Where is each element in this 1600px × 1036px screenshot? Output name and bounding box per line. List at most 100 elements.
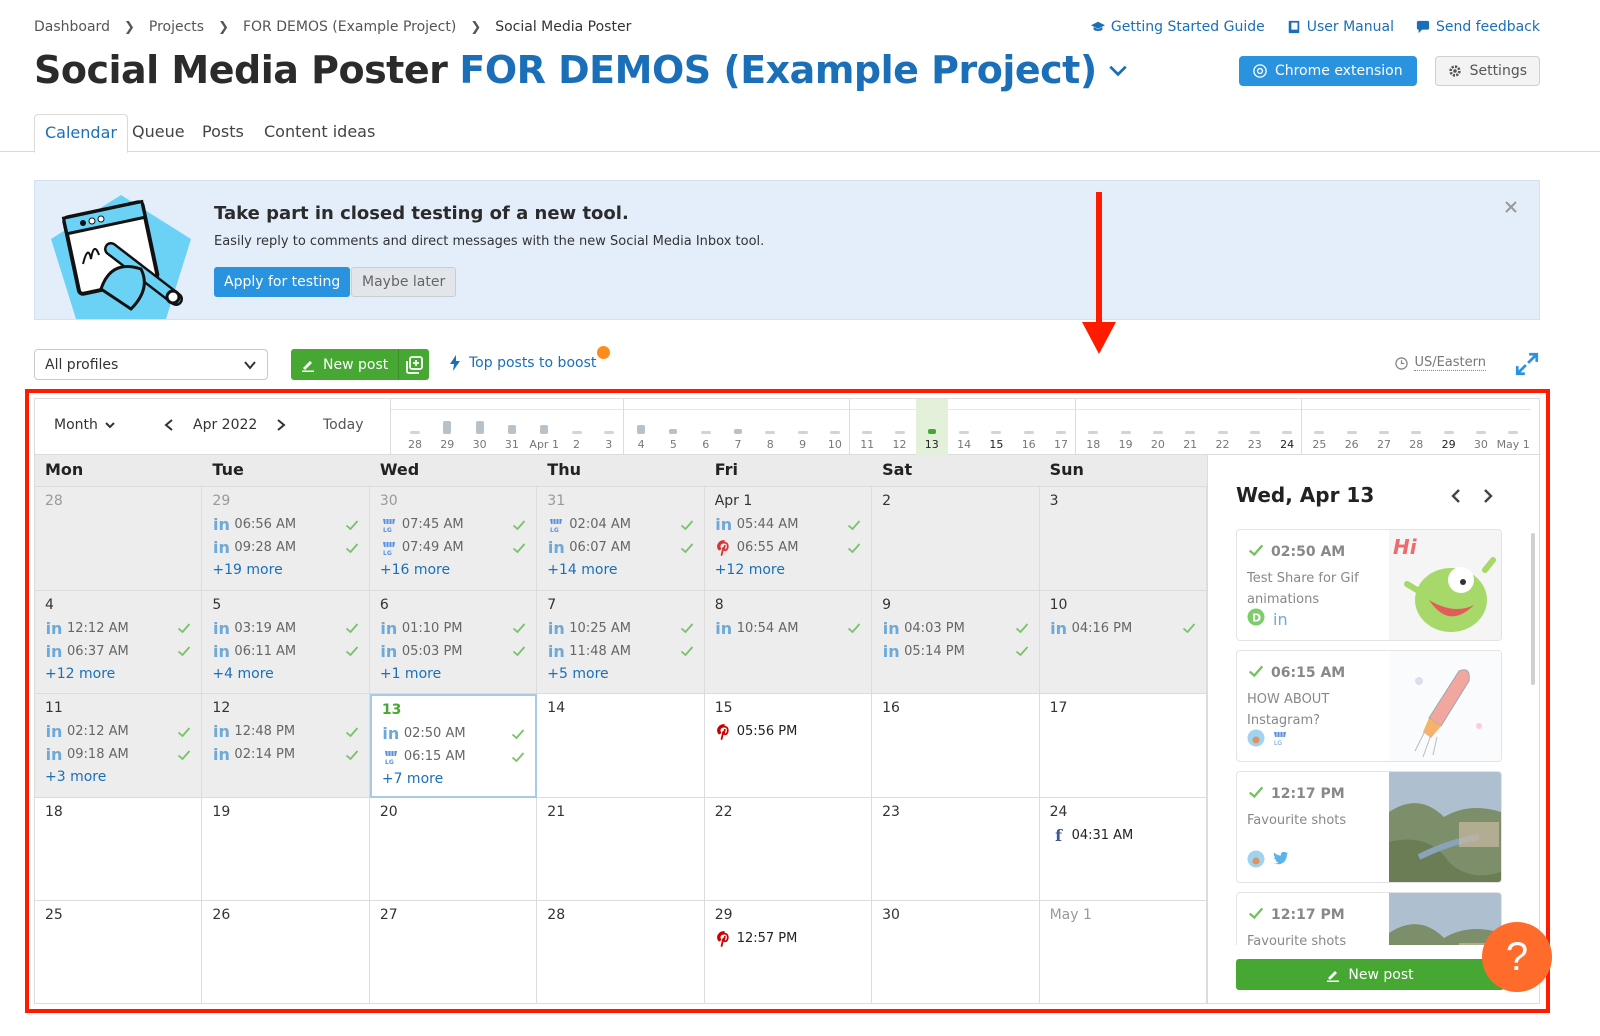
day-post-card[interactable]: 12:17 PM Favourite shots [1236, 892, 1502, 945]
more-posts-link[interactable]: +1 more [380, 663, 526, 686]
timeline-day[interactable]: May 1 [1497, 399, 1530, 455]
day-post-card[interactable]: 06:15 AM HOW ABOUT Instagram? LG [1236, 650, 1502, 762]
timeline-day[interactable]: 10 [819, 399, 851, 455]
calendar-post[interactable]: LG 02:04 AM [547, 513, 693, 536]
calendar-post[interactable]: in 06:56 AM [212, 513, 359, 536]
apply-for-testing-button[interactable]: Apply for testing [214, 267, 351, 297]
day-cell[interactable]: 4 in 12:12 AM in 06:37 AM +12 more [35, 590, 203, 695]
more-posts-link[interactable]: +7 more [382, 768, 525, 791]
day-cell[interactable]: 13 in 02:50 AM LG 06:15 AM +7 more [369, 694, 538, 798]
tab-queue[interactable]: Queue [122, 114, 195, 152]
day-post-card[interactable]: 02:50 AM Test Share for Gif animations Din… [1236, 529, 1502, 641]
day-cell[interactable]: 28 [537, 901, 705, 1003]
help-button[interactable]: ? [1482, 922, 1552, 992]
day-cell[interactable]: 22 [704, 797, 873, 902]
timeline-day[interactable]: 3 [593, 399, 625, 455]
timeline-day[interactable]: 25 [1303, 399, 1335, 455]
new-post-button[interactable]: New post [291, 349, 400, 380]
timeline-day[interactable]: 2 [561, 399, 593, 455]
day-cell[interactable]: 29 in 06:56 AM in 09:28 AM +19 more [202, 487, 370, 591]
timeline-day[interactable]: Apr 1 [528, 399, 560, 455]
calendar-post[interactable]: in 02:12 AM [45, 720, 191, 743]
maybe-later-button[interactable]: Maybe later [351, 267, 457, 297]
timeline-day[interactable]: 27 [1368, 399, 1400, 455]
day-cell[interactable]: 30 [872, 901, 1040, 1003]
close-icon[interactable] [1503, 199, 1519, 215]
calendar-post[interactable]: in 03:19 AM [212, 617, 359, 640]
more-posts-link[interactable]: +3 more [45, 766, 191, 789]
chevron-down-icon[interactable] [1107, 59, 1129, 81]
day-cell[interactable]: May 1 [1040, 901, 1207, 1003]
calendar-post[interactable]: 05:56 PM [715, 720, 861, 743]
day-cell[interactable]: 31 LG 02:04 AM in 06:07 AM +14 more [537, 487, 705, 591]
day-cell[interactable]: 23 [872, 797, 1040, 902]
day-cell[interactable]: 6 in 01:10 PM in 05:03 PM +1 more [369, 590, 538, 695]
calendar-post[interactable]: in 05:44 AM [715, 513, 861, 536]
timeline-day[interactable]: 7 [722, 399, 754, 455]
day-cell[interactable]: 12 in 12:48 PM in 02:14 PM [202, 694, 370, 798]
timeline-day[interactable]: 5 [657, 399, 689, 455]
calendar-post[interactable]: in 04:16 PM [1050, 617, 1196, 640]
more-posts-link[interactable]: +16 more [380, 559, 526, 582]
calendar-post[interactable]: f 04:31 AM [1050, 824, 1196, 847]
project-selector[interactable]: FOR DEMOS (Example Project) [459, 48, 1097, 92]
tab-calendar[interactable]: Calendar [34, 114, 128, 153]
calendar-post[interactable]: in 06:07 AM [547, 536, 693, 559]
day-post-card[interactable]: 12:17 PM Favourite shots [1236, 771, 1502, 883]
calendar-post[interactable]: in 05:03 PM [380, 640, 526, 663]
bulk-post-button[interactable] [399, 349, 429, 380]
timezone-selector[interactable]: US/Eastern [1395, 355, 1486, 371]
day-cell[interactable]: 19 [202, 797, 370, 902]
calendar-post[interactable]: in 10:25 AM [547, 617, 693, 640]
day-cell[interactable]: 2 [872, 487, 1040, 591]
chevron-left-icon[interactable] [163, 418, 175, 432]
top-posts-to-boost-link[interactable]: Top posts to boost [449, 346, 611, 371]
timeline-day[interactable]: 12 [884, 399, 916, 455]
calendar-post[interactable]: in 06:11 AM [212, 640, 359, 663]
timeline-day[interactable]: 30 [464, 399, 496, 455]
timeline-day[interactable]: 28 [1400, 399, 1432, 455]
calendar-post[interactable]: in 09:28 AM [212, 536, 359, 559]
day-cell[interactable]: 27 [370, 901, 538, 1003]
chevron-left-icon[interactable] [1448, 487, 1464, 505]
timeline-day[interactable]: 31 [496, 399, 528, 455]
timeline-day[interactable]: 4 [625, 399, 657, 455]
day-cell[interactable]: 24 f 04:31 AM [1039, 797, 1207, 902]
timeline-day[interactable]: 29 [431, 399, 463, 455]
day-cell[interactable]: 16 [872, 694, 1040, 798]
timeline-day[interactable]: 23 [1239, 399, 1271, 455]
timeline-day[interactable]: 30 [1465, 399, 1497, 455]
calendar-post[interactable]: 12:57 PM [715, 927, 861, 950]
calendar-post[interactable]: in 09:18 AM [45, 743, 191, 766]
send-feedback-link[interactable]: Send feedback [1416, 19, 1540, 35]
timeline-day[interactable]: 6 [690, 399, 722, 455]
getting-started-link[interactable]: Getting Started Guide [1090, 19, 1265, 35]
timeline-day[interactable]: 19 [1110, 399, 1142, 455]
day-cell[interactable]: Apr 1 in 05:44 AM 06:55 AM +12 more [704, 487, 873, 591]
timeline-day[interactable]: 11 [851, 399, 883, 455]
calendar-post[interactable]: in 06:37 AM [45, 640, 191, 663]
timeline-day[interactable]: 17 [1045, 399, 1077, 455]
day-cell[interactable]: 17 [1039, 694, 1207, 798]
more-posts-link[interactable]: +12 more [45, 663, 191, 686]
day-cell[interactable]: 3 [1039, 487, 1207, 591]
day-cell[interactable]: 14 [537, 694, 705, 798]
day-cell[interactable]: 15 05:56 PM [704, 694, 873, 798]
day-cell[interactable]: 10 in 04:16 PM [1039, 590, 1207, 695]
calendar-post[interactable]: in 04:03 PM [882, 617, 1028, 640]
timeline-day[interactable]: 20 [1142, 399, 1174, 455]
timeline-day[interactable]: 24 [1271, 399, 1303, 455]
calendar-post[interactable]: LG 07:49 AM [380, 536, 526, 559]
day-cell[interactable]: 29 12:57 PM [705, 901, 873, 1003]
day-cell[interactable]: 18 [35, 797, 203, 902]
view-select[interactable]: Month [54, 417, 116, 433]
chevron-right-icon[interactable] [1480, 487, 1496, 505]
calendar-post[interactable]: in 11:48 AM [547, 640, 693, 663]
timeline-day[interactable]: 18 [1077, 399, 1109, 455]
chevron-right-icon[interactable] [275, 418, 287, 432]
chrome-extension-button[interactable]: Chrome extension [1238, 56, 1417, 86]
calendar-post[interactable]: in 02:14 PM [212, 743, 359, 766]
timeline-day[interactable]: 9 [787, 399, 819, 455]
breadcrumb-dashboard[interactable]: Dashboard [34, 19, 110, 35]
timeline-day[interactable]: 22 [1207, 399, 1239, 455]
